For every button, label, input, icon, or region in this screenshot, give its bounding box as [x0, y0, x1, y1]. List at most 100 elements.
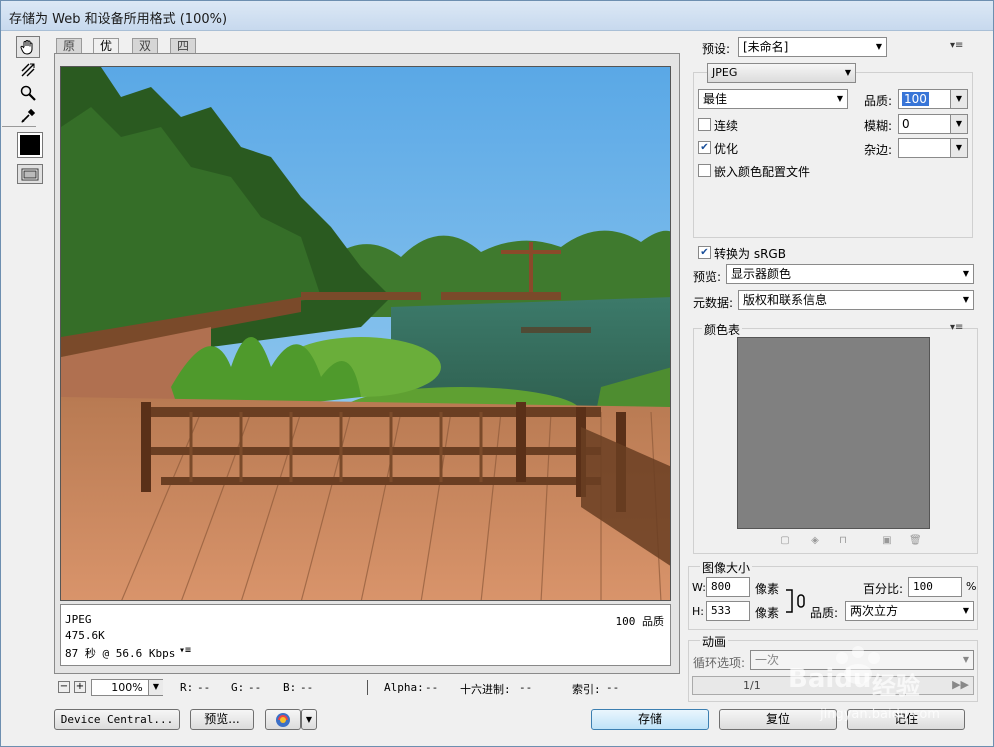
metadata-label: 元数据: — [693, 296, 734, 310]
index-label: 索引: — [572, 683, 601, 696]
alpha-value: -- — [425, 681, 439, 694]
hex-label: 十六进制: — [460, 683, 511, 696]
map-to-transparent-icon[interactable]: ▢ — [779, 535, 791, 547]
tab-2-up[interactable]: 双联 — [132, 38, 159, 68]
info-file-size: 475.6K — [65, 629, 105, 642]
landscape-photo — [61, 67, 670, 600]
preview-image[interactable] — [60, 66, 671, 601]
matte-select[interactable]: ▼ — [898, 138, 968, 158]
tab-original[interactable]: 原稿 — [56, 38, 83, 68]
toggle-slices-button[interactable] — [17, 164, 43, 184]
animation-title: 动画 — [700, 633, 729, 650]
g-label: G: — [231, 681, 245, 694]
loop-options-value: 一次 — [755, 653, 780, 667]
title-bar: 存储为 Web 和设备所用格式 (100%) — [1, 1, 993, 31]
browser-preview-button[interactable] — [265, 709, 301, 730]
preset-label: 预设: — [702, 42, 731, 56]
blur-value: 0 — [902, 117, 910, 131]
blur-input[interactable]: 0 ▼ — [898, 114, 968, 134]
frame-counter: 1/1 — [743, 679, 761, 692]
eyedropper-tool[interactable] — [16, 105, 40, 127]
matte-label: 杂边: — [864, 143, 893, 157]
watermark-brand-cn: 经验 — [872, 672, 920, 700]
width-value: 800 — [711, 580, 731, 593]
optimized-checkbox[interactable]: ✔ — [698, 141, 711, 154]
height-value: 533 — [711, 604, 731, 617]
slice-select-tool[interactable] — [16, 59, 40, 81]
r-value: -- — [197, 681, 211, 694]
resample-quality-select[interactable]: 两次立方 ▼ — [845, 601, 974, 621]
height-input[interactable]: 533 — [706, 601, 750, 621]
width-input[interactable]: 800 — [706, 577, 750, 597]
metadata-select[interactable]: 版权和联系信息 ▼ — [738, 290, 974, 310]
width-unit: 像素 — [755, 582, 780, 596]
chevron-down-icon: ▼ — [950, 115, 967, 133]
chevron-down-icon: ▼ — [844, 68, 851, 77]
device-central-button[interactable]: Device Central... — [54, 709, 180, 730]
preview-button[interactable]: 预览... — [190, 709, 254, 730]
magnifier-icon — [20, 85, 36, 101]
percent-unit: % — [966, 580, 977, 593]
optimized-label: 优化 — [714, 142, 739, 156]
embed-profile-checkbox[interactable] — [698, 164, 711, 177]
blur-label: 模糊: — [864, 119, 893, 133]
b-label: B: — [283, 681, 297, 694]
tab-optimized[interactable]: 优化 — [93, 38, 120, 68]
zoom-in-button[interactable]: + — [74, 681, 86, 693]
optimization-info-panel: JPEG 475.6K 87 秒 @ 56.6 Kbps ▾≡ 100 品质 — [60, 604, 671, 666]
hand-tool[interactable] — [16, 36, 40, 58]
index-value: -- — [606, 681, 620, 694]
chevron-down-icon: ▼ — [875, 42, 882, 51]
b-value: -- — [300, 681, 314, 694]
info-quality: 100 品质 — [615, 615, 665, 628]
preview-mode-select[interactable]: 显示器颜色 ▼ — [726, 264, 974, 284]
quality-preset-value: 最佳 — [703, 92, 728, 106]
quality-label: 品质: — [864, 94, 893, 108]
convert-srgb-label: 转换为 sRGB — [714, 247, 786, 261]
chevron-down-icon: ▼ — [962, 269, 969, 278]
browser-icon — [276, 713, 290, 727]
color-table-title: 颜色表 — [702, 321, 743, 338]
zoom-out-button[interactable]: − — [58, 681, 70, 693]
quality-value: 100 — [902, 92, 929, 106]
progressive-checkbox[interactable] — [698, 118, 711, 131]
preview-mode-value: 显示器颜色 — [731, 267, 792, 281]
file-format-value: JPEG — [712, 66, 738, 79]
percent-input[interactable]: 100 — [908, 577, 962, 597]
status-divider — [367, 680, 368, 695]
resample-quality-label: 品质: — [810, 606, 839, 620]
constrain-proportions-link-icon[interactable] — [785, 589, 807, 613]
new-color-icon[interactable]: ▣ — [881, 535, 893, 547]
file-format-select[interactable]: JPEG ▼ — [707, 63, 856, 83]
chevron-down-icon: ▼ — [962, 655, 969, 664]
percent-value: 100 — [913, 580, 933, 593]
watermark-brand: Baidu — [788, 664, 872, 694]
chevron-down-icon[interactable]: ▼ — [148, 680, 163, 695]
status-bar: − + 100% ▼ R: -- G: -- B: -- Alpha: -- 十… — [54, 679, 682, 697]
r-label: R: — [180, 681, 194, 694]
hex-value: -- — [519, 681, 533, 694]
web-snap-icon[interactable]: ◈ — [809, 535, 821, 547]
tab-4-up[interactable]: 四联 — [170, 38, 197, 68]
color-table-menu-icon[interactable]: ▾≡ — [950, 322, 963, 333]
save-button[interactable]: 存储 — [591, 709, 709, 730]
quality-input[interactable]: 100 ▼ — [898, 89, 968, 109]
height-unit: 像素 — [755, 606, 780, 620]
chevron-down-icon: ▼ — [836, 94, 843, 103]
slice-select-icon — [21, 63, 35, 77]
settings-menu-icon[interactable]: ▾≡ — [950, 40, 963, 51]
quality-preset-select[interactable]: 最佳 ▼ — [698, 89, 848, 109]
percent-label: 百分比: — [863, 582, 904, 596]
alpha-label: Alpha: — [384, 681, 424, 694]
convert-srgb-checkbox[interactable]: ✔ — [698, 246, 711, 259]
trash-icon[interactable]: 🗑 — [909, 535, 922, 547]
browser-menu-arrow[interactable]: ▼ — [301, 709, 317, 730]
zoom-tool[interactable] — [16, 82, 40, 104]
preset-select[interactable]: [未命名] ▼ — [738, 37, 887, 57]
download-speed-menu-icon[interactable]: ▾≡ — [179, 645, 191, 656]
eyedropper-color-swatch[interactable] — [17, 132, 43, 158]
image-size-title: 图像大小 — [700, 559, 753, 576]
lock-color-icon[interactable]: ⊓ — [837, 535, 849, 547]
color-table-swatches[interactable] — [737, 337, 930, 529]
last-frame-icon[interactable]: ▶▶ — [952, 678, 969, 691]
